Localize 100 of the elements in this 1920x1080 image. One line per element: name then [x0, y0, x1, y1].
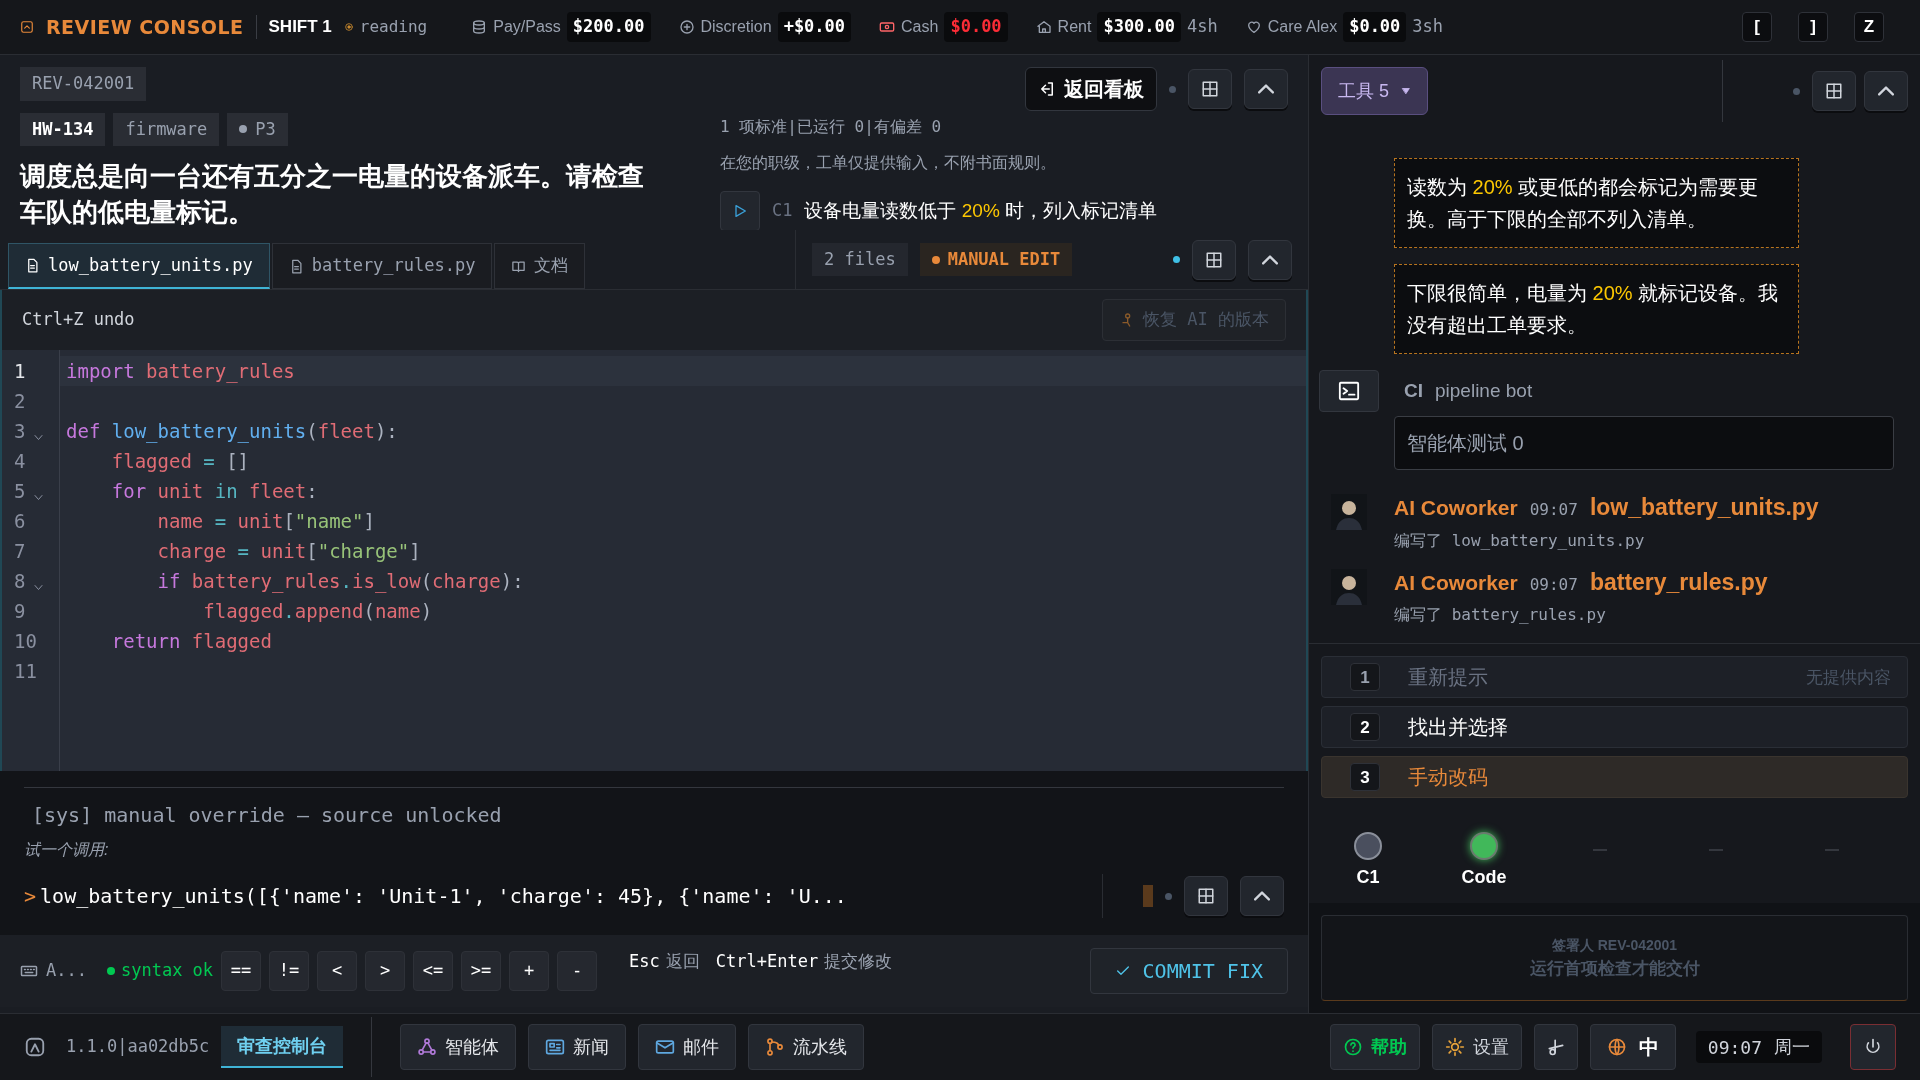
- language-button[interactable]: 中: [1589, 1024, 1676, 1070]
- line-number: 6: [14, 508, 26, 534]
- file-count: 2 files: [812, 242, 908, 277]
- chevron-up-icon: [1258, 84, 1274, 94]
- mute-button[interactable]: [1533, 1024, 1578, 1070]
- layout-button[interactable]: [1184, 876, 1228, 916]
- event-time: 09:07: [1529, 574, 1578, 596]
- code-line: name = unit["name"]: [156, 508, 375, 534]
- stat-label: Cash: [901, 17, 939, 37]
- fold-icon[interactable]: [34, 585, 43, 590]
- operator-button[interactable]: -: [557, 951, 598, 991]
- message-bubble: 读数为 20% 或更低的都会标记为需要更换。高于下限的全部不列入清单。: [1394, 158, 1799, 249]
- file-tab[interactable]: 文档: [494, 243, 586, 289]
- operator-button[interactable]: <: [317, 951, 358, 991]
- event-detail: 编写了 low_battery_units.py: [1394, 530, 1646, 552]
- collapse-button[interactable]: [1864, 71, 1908, 112]
- mail-icon: [655, 1037, 676, 1057]
- fold-icon[interactable]: [34, 435, 43, 440]
- layout-button[interactable]: [1812, 71, 1856, 112]
- option-label: 重新提示: [1408, 665, 1488, 691]
- ticket-summary: 调度总是向一台还有五分之一电量的设备派车。请检查车队的低电量标记。: [20, 160, 645, 229]
- author-name: AI Coworker: [1394, 495, 1518, 522]
- collapse-button[interactable]: [1248, 239, 1292, 280]
- stat-value: +$0.00: [777, 12, 852, 42]
- back-button[interactable]: 返回看板: [1025, 67, 1157, 111]
- app-button[interactable]: 新闻: [528, 1024, 627, 1070]
- collapse-button[interactable]: [1240, 876, 1284, 916]
- banknote-icon: [879, 19, 896, 35]
- grid-icon: [1201, 80, 1219, 98]
- chevron-up-icon: [1878, 86, 1894, 97]
- app-title: REVIEW CONSOLE: [46, 14, 244, 40]
- file-name: low_battery_units.py: [1589, 493, 1819, 523]
- network-icon: [417, 1037, 438, 1057]
- syntax-status: syntax ok: [120, 959, 214, 983]
- operator-button[interactable]: +: [509, 951, 550, 991]
- caret-icon: [1401, 86, 1411, 97]
- app-button[interactable]: 智能体: [400, 1024, 517, 1070]
- line-number: 10: [14, 628, 37, 654]
- run-button[interactable]: [720, 191, 760, 230]
- settings-button[interactable]: 设置: [1431, 1024, 1522, 1070]
- clock-time: 09:07: [1707, 1035, 1762, 1060]
- app-icon: [24, 1036, 46, 1058]
- layout-button[interactable]: [1188, 69, 1232, 109]
- option-button[interactable]: 2 找出并选择: [1321, 706, 1908, 749]
- test-result: 智能体测试 0: [1394, 416, 1894, 471]
- tools-button[interactable]: 工具 5: [1321, 67, 1428, 116]
- book-icon: [511, 258, 527, 274]
- exit-icon: [1038, 80, 1056, 98]
- console-tab[interactable]: 审查控制台: [221, 1026, 344, 1068]
- prompt-glyph-icon: [1338, 380, 1360, 403]
- app-button[interactable]: 流水线: [748, 1024, 865, 1070]
- line-number: 8: [14, 568, 26, 594]
- file-tab[interactable]: low_battery_units.py: [8, 243, 270, 289]
- grid-icon: [1205, 250, 1223, 269]
- sun-icon: [1444, 1037, 1465, 1057]
- operator-button[interactable]: !=: [269, 951, 310, 991]
- cursor-block: [1143, 885, 1153, 907]
- option-label: 手动改码: [1408, 765, 1488, 791]
- key-button[interactable]: Z: [1854, 12, 1884, 42]
- layout-button[interactable]: [1192, 239, 1236, 280]
- stat-label: Care Alex: [1267, 17, 1338, 37]
- shortcut-key: Ctrl+Enter: [715, 949, 819, 975]
- fold-icon[interactable]: [34, 495, 43, 500]
- app-button[interactable]: 邮件: [638, 1024, 737, 1070]
- file-tab[interactable]: battery_rules.py: [271, 243, 493, 289]
- help-button[interactable]: 帮助: [1329, 1024, 1420, 1070]
- commit-button[interactable]: COMMIT FIX: [1089, 948, 1288, 994]
- keyboard-label: A...: [46, 959, 87, 983]
- key-button[interactable]: [: [1742, 12, 1772, 42]
- line-number: 5: [14, 478, 26, 504]
- branch-icon: [765, 1037, 786, 1057]
- empty-slot-dash: [1825, 849, 1839, 851]
- operator-button[interactable]: <=: [413, 951, 454, 991]
- plus-circle-icon: [678, 19, 695, 35]
- status-ring-icon: [343, 22, 354, 32]
- operator-button[interactable]: ==: [221, 951, 262, 991]
- code-line: charge = unit["charge"]: [156, 538, 421, 564]
- empty-slot-dash: [1709, 849, 1723, 851]
- collapse-button[interactable]: [1244, 69, 1288, 109]
- ticket-tag: P3: [227, 112, 288, 146]
- option-button[interactable]: 3 手动改码: [1321, 756, 1908, 799]
- criterion-text: 设备电量读数低于 20% 时，列入标记清单: [804, 198, 1158, 223]
- operator-button[interactable]: >: [365, 951, 406, 991]
- option-number: 3: [1350, 763, 1380, 792]
- key-button[interactable]: ]: [1798, 12, 1828, 42]
- stat-value: $300.00: [1097, 12, 1182, 42]
- line-number: 3: [14, 418, 26, 444]
- line-number: 1: [14, 358, 26, 384]
- console-input[interactable]: low_battery_units([{'name': 'Unit-1', 'charge': 45}, {'name': 'U...: [40, 881, 847, 911]
- stat-value: $0.00: [944, 12, 1008, 42]
- prompt-hint: 试一个调用:: [24, 840, 110, 860]
- stat-suffix: 4sh: [1187, 15, 1218, 39]
- line-number: 4: [14, 448, 26, 474]
- power-button[interactable]: [1850, 1024, 1896, 1070]
- operator-button[interactable]: >=: [461, 951, 502, 991]
- line-number: 11: [14, 658, 37, 684]
- logo-icon: [20, 20, 34, 34]
- version-text: 1.1.0|aa02db5c: [66, 1035, 210, 1059]
- check-label: Code: [1461, 866, 1507, 889]
- stamp-text: 运行首项检查才能交付: [1529, 957, 1700, 980]
